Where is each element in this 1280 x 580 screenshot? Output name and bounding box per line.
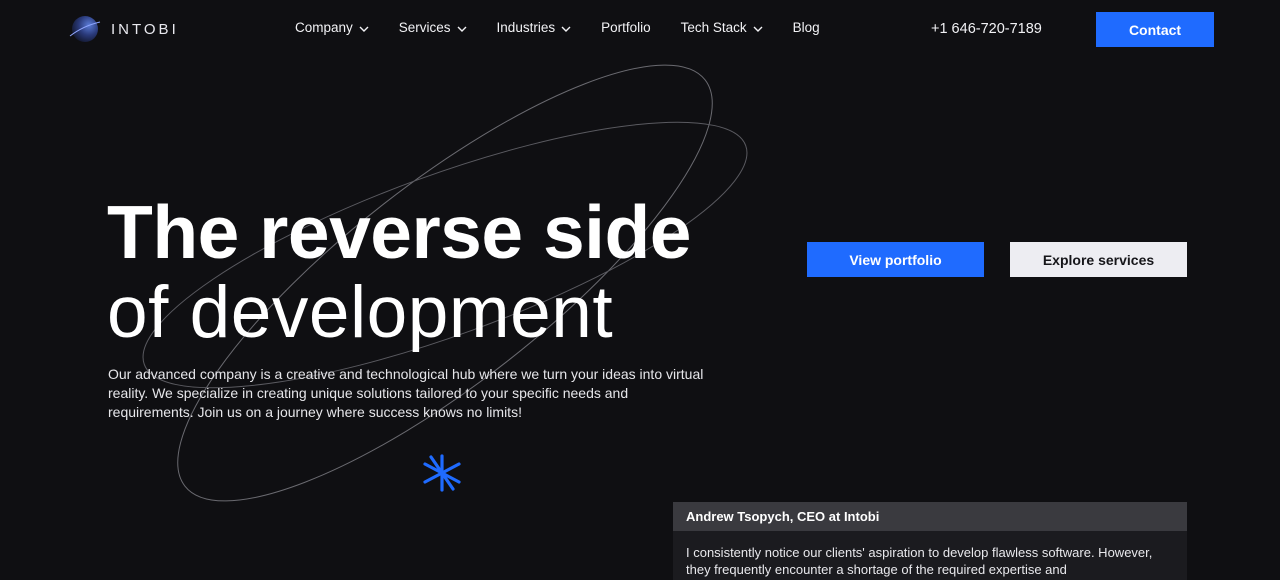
nav-item-label: Services: [398, 20, 451, 35]
phone-link[interactable]: +1 646-720-7189: [931, 21, 1042, 37]
logo-orb-icon: [69, 16, 101, 42]
main-nav: Company Services Industries Portfolio Te…: [295, 20, 820, 35]
explore-services-button[interactable]: Explore services: [1010, 242, 1187, 277]
testimonial-quote: I consistently notice our clients' aspir…: [686, 545, 1153, 577]
asterisk-icon: [423, 454, 461, 492]
hero-description: Our advanced company is a creative and t…: [108, 366, 704, 420]
site-header: INTOBI Company Services Industries Portf…: [0, 0, 1280, 60]
chevron-down-icon: [561, 26, 571, 32]
nav-item-blog[interactable]: Blog: [793, 20, 820, 35]
nav-item-portfolio[interactable]: Portfolio: [601, 20, 651, 35]
testimonial-card: Andrew Tsopych, CEO at Intobi I consiste…: [673, 502, 1187, 580]
chevron-down-icon: [753, 26, 763, 32]
testimonial-author: Andrew Tsopych, CEO at Intobi: [673, 502, 1187, 531]
contact-button[interactable]: Contact: [1096, 12, 1214, 47]
nav-item-tech-stack[interactable]: Tech Stack: [681, 20, 763, 35]
brand-logo[interactable]: INTOBI: [67, 14, 179, 44]
brand-name: INTOBI: [111, 20, 179, 38]
hero-title-line2: of development: [107, 272, 614, 353]
nav-item-label: Industries: [496, 20, 556, 35]
nav-item-label: Tech Stack: [680, 20, 747, 35]
nav-item-services[interactable]: Services: [399, 20, 467, 35]
landing-page: INTOBI Company Services Industries Portf…: [0, 0, 1280, 580]
nav-item-company[interactable]: Company: [295, 20, 369, 35]
nav-item-label: Portfolio: [601, 20, 651, 35]
nav-item-label: Blog: [792, 20, 820, 35]
view-portfolio-button[interactable]: View portfolio: [807, 242, 984, 277]
nav-item-industries[interactable]: Industries: [497, 20, 572, 35]
chevron-down-icon: [457, 26, 467, 32]
hero-title: The reverse side of development: [107, 190, 807, 353]
chevron-down-icon: [359, 26, 369, 32]
nav-item-label: Company: [295, 20, 353, 35]
hero-title-line1: The reverse side: [107, 190, 692, 274]
